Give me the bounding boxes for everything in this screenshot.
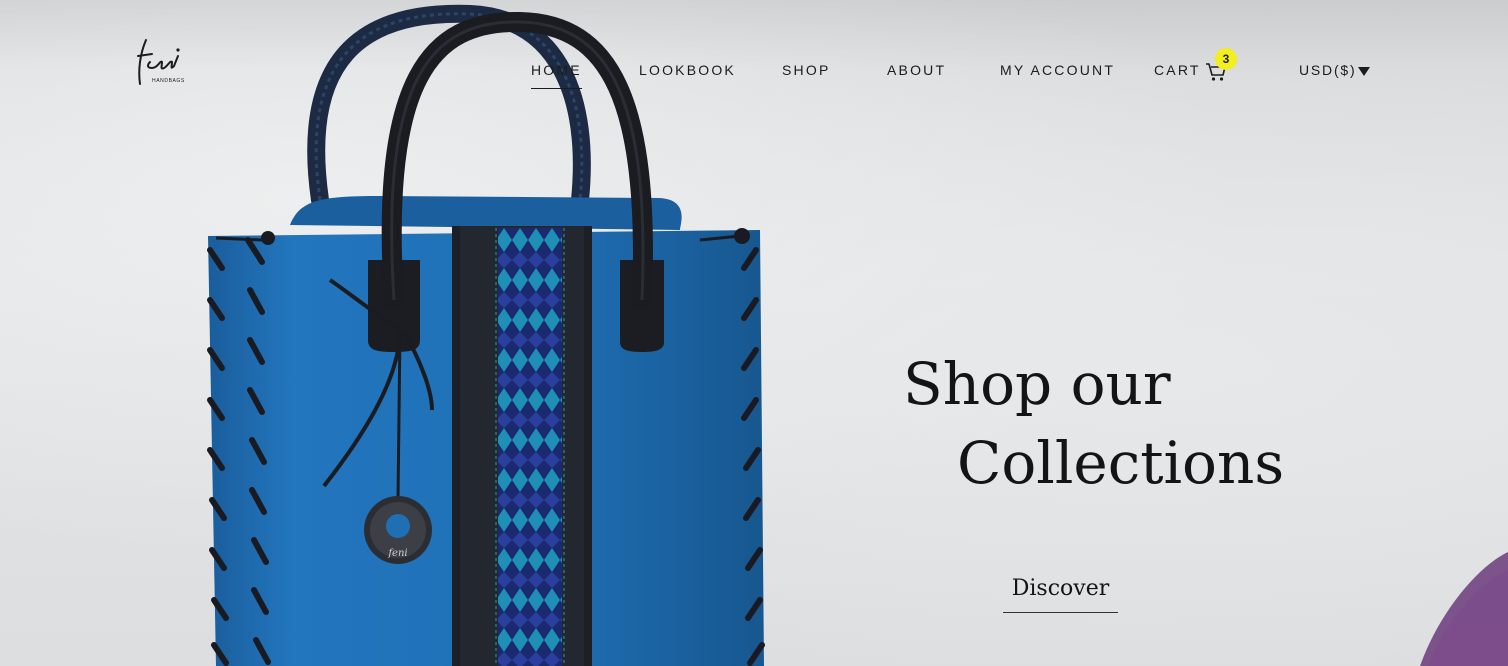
hero-headline-line1: Shop our [903,350,1171,418]
hero-headline-line2: Collections [957,429,1285,497]
nav-about[interactable]: ABOUT [887,62,946,78]
handbag-image: feni [207,4,1508,666]
cart-count-badge[interactable]: 3 [1215,48,1237,70]
nav-shop[interactable]: SHOP [782,62,830,78]
svg-text:HANDBAGS: HANDBAGS [152,78,185,84]
hero-banner: feni HANDBAGS HOME LOOKBOOK SHOP ABOUT M… [0,0,1508,666]
nav-cart[interactable]: CART [1154,62,1201,78]
nav-lookbook[interactable]: LOOKBOOK [639,62,736,78]
brand-logo[interactable]: HANDBAGS [132,34,188,88]
svg-text:feni: feni [387,548,407,559]
currency-selector[interactable]: USD($) [1299,62,1356,78]
discover-button[interactable]: Discover [1003,574,1118,613]
caret-down-icon[interactable] [1358,67,1370,76]
nav-my-account[interactable]: MY ACCOUNT [1000,62,1115,78]
nav-home[interactable]: HOME [531,62,582,89]
